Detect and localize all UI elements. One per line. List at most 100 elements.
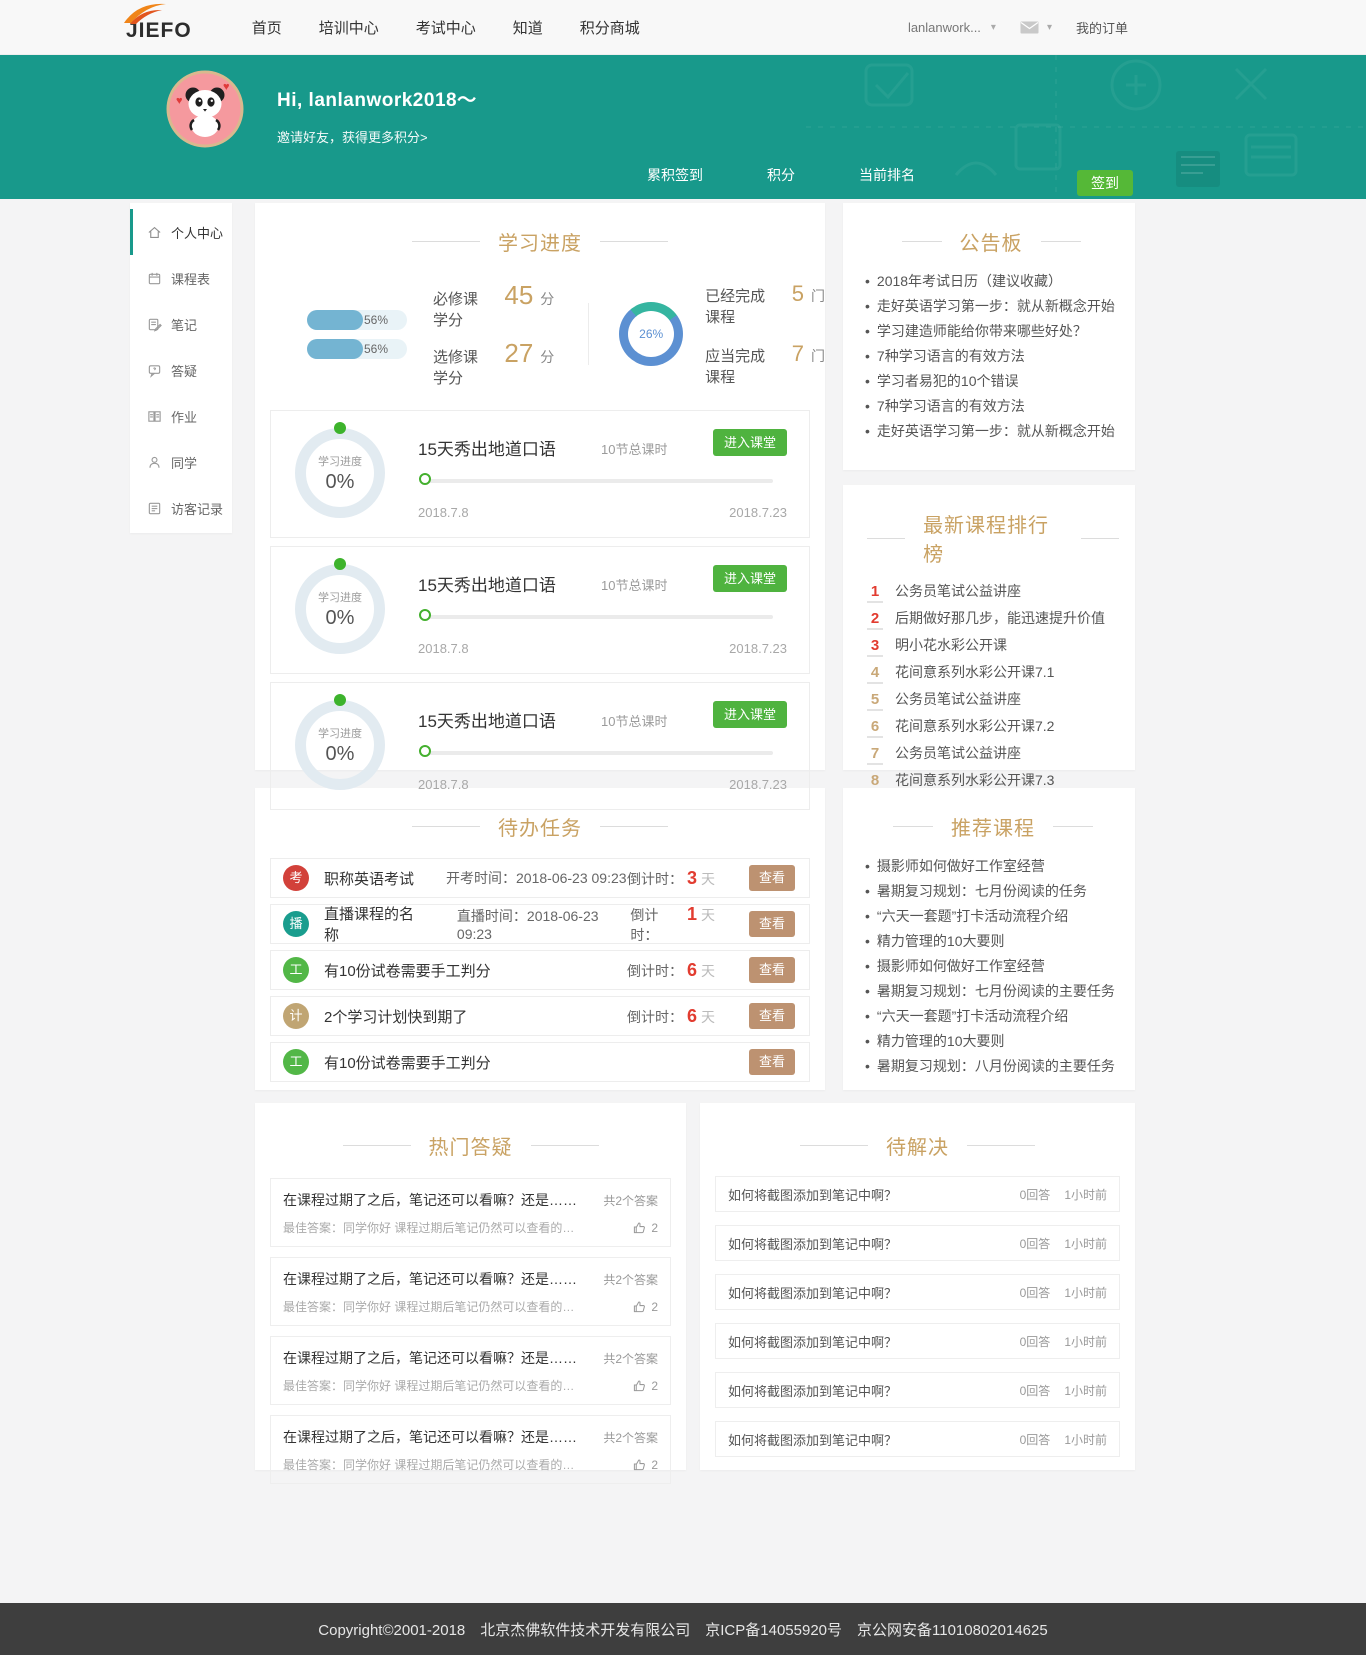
username-dropdown[interactable]: lanlanwork...	[908, 20, 981, 35]
notice-item[interactable]: 学习建造师能给你带来哪些好处？	[865, 319, 1117, 344]
enter-class-button[interactable]: 进入课堂	[713, 565, 787, 592]
view-button[interactable]: 查看	[749, 865, 795, 891]
recommend-item[interactable]: 精力管理的10大要则	[865, 1029, 1121, 1054]
countdown: 倒计时：1天	[630, 904, 715, 945]
sidebar-item-visitor-log[interactable]: 访客记录	[130, 485, 232, 531]
nav-item-training-center[interactable]: 培训中心	[319, 17, 379, 38]
course-progress-slider[interactable]	[421, 479, 773, 483]
pending-item[interactable]: 如何将截图添加到笔记中啊？0回答1小时前	[715, 1421, 1120, 1457]
sidebar-item-classmates[interactable]: 同学	[130, 439, 232, 485]
course-title[interactable]: 15天秀出地道口语	[418, 707, 556, 732]
ranking-item[interactable]: 3明小花水彩公开课	[867, 635, 1119, 662]
course-progress-slider[interactable]	[421, 751, 773, 755]
course-end-date: 2018.7.23	[729, 641, 787, 656]
recommend-item[interactable]: “六天一套题”打卡活动流程介绍	[865, 1004, 1121, 1029]
nav-item-points-mall[interactable]: 积分商城	[580, 17, 640, 38]
notice-item[interactable]: 7种学习语言的有效方法	[865, 344, 1117, 369]
my-orders-link[interactable]: 我的订单	[1076, 18, 1128, 37]
hot-qa-card: 热门答疑 在课程过期了之后，笔记还可以看嘛？还是……共2个答案 最佳答案：同学你…	[255, 1103, 686, 1470]
required-credits: 必修课学分 45 分	[433, 280, 554, 330]
qa-item[interactable]: 在课程过期了之后，笔记还可以看嘛？还是……共2个答案 最佳答案：同学你好 课程过…	[270, 1336, 671, 1405]
view-button[interactable]: 查看	[749, 911, 795, 937]
stat-rank: 当前排名 14名	[854, 165, 920, 199]
ranking-item[interactable]: 5公务员笔试公益讲座	[867, 689, 1119, 716]
recommend-item[interactable]: 暑期复习规划：八月份阅读的主要任务	[865, 1054, 1121, 1079]
view-button[interactable]: 查看	[749, 1049, 795, 1075]
chevron-down-icon[interactable]: ▾	[991, 22, 996, 33]
recommend-item[interactable]: 暑期复习规划：七月份阅读的任务	[865, 879, 1121, 904]
course-list: 学习进度 0% 15天秀出地道口语 10节总课时 进入课堂 2018.7.8 2…	[270, 410, 810, 810]
slider-knob[interactable]	[419, 745, 431, 757]
slider-knob[interactable]	[419, 473, 431, 485]
ranking-item[interactable]: 7公务员笔试公益讲座	[867, 743, 1119, 770]
ranking-item[interactable]: 6花间意系列水彩公开课7.2	[867, 716, 1119, 743]
nav-item-know[interactable]: 知道	[513, 17, 543, 38]
logo[interactable]: JIEFO	[126, 11, 192, 43]
recommend-item[interactable]: 摄影师如何做好工作室经营	[865, 854, 1121, 879]
countdown: 倒计时：3天	[627, 868, 715, 889]
qa-item[interactable]: 在课程过期了之后，笔记还可以看嘛？还是……共2个答案 最佳答案：同学你好 课程过…	[270, 1178, 671, 1247]
completion-donut: 26%	[619, 302, 683, 366]
pending-item[interactable]: 如何将截图添加到笔记中啊？0回答1小时前	[715, 1225, 1120, 1261]
recommend-item[interactable]: “六天一套题”打卡活动流程介绍	[865, 904, 1121, 929]
sidebar-item-homework[interactable]: 作业	[130, 393, 232, 439]
avatar[interactable]: ♥ ♥	[166, 70, 244, 148]
ranking-item[interactable]: 1公务员笔试公益讲座	[867, 581, 1119, 608]
grading-badge-icon: 工	[283, 957, 309, 983]
slider-knob[interactable]	[419, 609, 431, 621]
invite-friends-link[interactable]: 邀请好友，获得更多积分>	[277, 127, 477, 146]
course-lessons: 10节总课时	[601, 439, 667, 458]
course-end-date: 2018.7.23	[729, 777, 787, 792]
stat-points: 积分 44分	[748, 165, 814, 199]
enter-class-button[interactable]: 进入课堂	[713, 429, 787, 456]
sign-in-button[interactable]: 签到	[1077, 170, 1133, 196]
course-ranking-title: 最新课程排行榜	[867, 509, 1119, 567]
notice-item[interactable]: 学习者易犯的10个错误	[865, 369, 1117, 394]
learning-progress-title: 学习进度	[255, 227, 825, 256]
todo-tasks-card: 待办任务 考 职称英语考试 开考时间：2018-06-23 09:23 倒计时：…	[255, 788, 825, 1090]
todo-row-exam: 考 职称英语考试 开考时间：2018-06-23 09:23 倒计时：3天 查看	[270, 858, 810, 898]
view-button[interactable]: 查看	[749, 1003, 795, 1029]
recommended-courses-title: 推荐课程	[865, 812, 1121, 841]
recommend-item[interactable]: 暑期复习规划：七月份阅读的主要任务	[865, 979, 1121, 1004]
pending-item[interactable]: 如何将截图添加到笔记中啊？0回答1小时前	[715, 1323, 1120, 1359]
svg-text:♥: ♥	[176, 95, 183, 107]
progress-dot	[334, 422, 346, 434]
notice-list: 2018年考试日历（建议收藏） 走好英语学习第一步：就从新概念开始 学习建造师能…	[865, 269, 1117, 444]
pending-item[interactable]: 如何将截图添加到笔记中啊？0回答1小时前	[715, 1274, 1120, 1310]
todo-row-grading: 工 有10份试卷需要手工判分 查看	[270, 1042, 810, 1082]
sidebar-item-personal-center[interactable]: 个人中心	[130, 209, 232, 255]
notice-item[interactable]: 走好英语学习第一步：就从新概念开始	[865, 419, 1117, 444]
ranking-item[interactable]: 2后期做好那几步，能迅速提升价值	[867, 608, 1119, 635]
thumbs-up-icon	[633, 1458, 646, 1471]
course-start-date: 2018.7.8	[418, 505, 469, 520]
view-button[interactable]: 查看	[749, 957, 795, 983]
sidebar-item-notes[interactable]: 笔记	[130, 301, 232, 347]
ranking-item[interactable]: 4花间意系列水彩公开课7.1	[867, 662, 1119, 689]
sidebar-item-timetable[interactable]: 课程表	[130, 255, 232, 301]
enter-class-button[interactable]: 进入课堂	[713, 701, 787, 728]
qa-item[interactable]: 在课程过期了之后，笔记还可以看嘛？还是……共2个答案 最佳答案：同学你好 课程过…	[270, 1257, 671, 1326]
pending-item[interactable]: 如何将截图添加到笔记中啊？0回答1小时前	[715, 1372, 1120, 1408]
course-title[interactable]: 15天秀出地道口语	[418, 435, 556, 460]
nav-item-home[interactable]: 首页	[252, 17, 282, 38]
likes[interactable]: 2	[633, 1379, 658, 1393]
recommend-item[interactable]: 精力管理的10大要则	[865, 929, 1121, 954]
notice-item[interactable]: 2018年考试日历（建议收藏）	[865, 269, 1117, 294]
nav-item-exam-center[interactable]: 考试中心	[416, 17, 476, 38]
course-progress-slider[interactable]	[421, 615, 773, 619]
course-title[interactable]: 15天秀出地道口语	[418, 571, 556, 596]
messages-dropdown[interactable]: ▾	[1020, 21, 1052, 34]
notice-item[interactable]: 7种学习语言的有效方法	[865, 394, 1117, 419]
todo-row-grading: 工 有10份试卷需要手工判分 倒计时：6天 查看	[270, 950, 810, 990]
likes[interactable]: 2	[633, 1300, 658, 1314]
page-footer: Copyright©2001-2018 北京杰佛软件技术开发有限公司 京ICP备…	[0, 1603, 1366, 1655]
sidebar-item-qa[interactable]: 答疑	[130, 347, 232, 393]
pending-item[interactable]: 如何将截图添加到笔记中啊？0回答1小时前	[715, 1176, 1120, 1212]
qa-item[interactable]: 在课程过期了之后，笔记还可以看嘛？还是……共2个答案 最佳答案：同学你好 课程过…	[270, 1415, 671, 1484]
notice-item[interactable]: 走好英语学习第一步：就从新概念开始	[865, 294, 1117, 319]
expected-courses: 应当完成课程 7 门	[705, 341, 825, 387]
likes[interactable]: 2	[633, 1221, 658, 1235]
likes[interactable]: 2	[633, 1458, 658, 1472]
recommend-item[interactable]: 摄影师如何做好工作室经营	[865, 954, 1121, 979]
